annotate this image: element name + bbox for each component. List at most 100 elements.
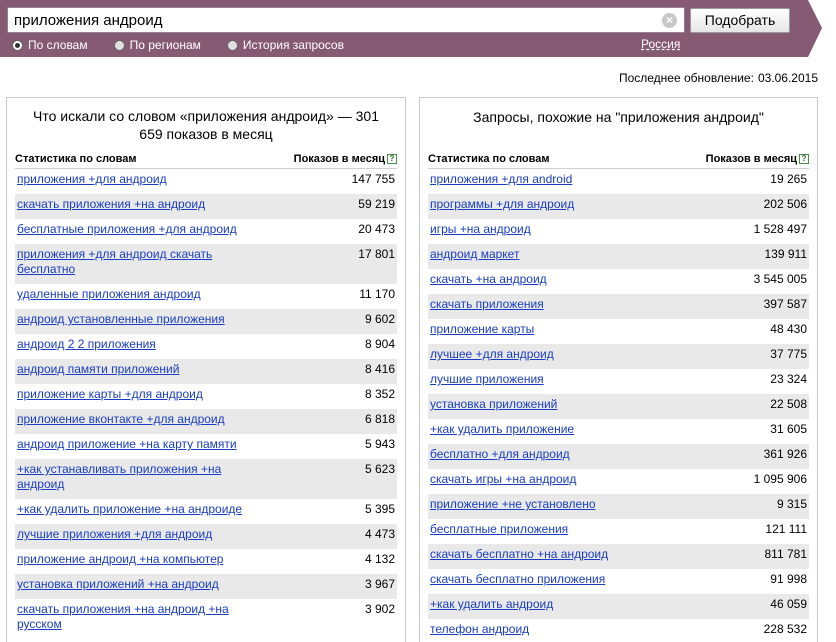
keyword-link[interactable]: бесплатные приложения (430, 522, 568, 537)
help-icon[interactable]: ? (799, 154, 809, 164)
clear-icon[interactable]: × (662, 13, 677, 28)
keyword-link[interactable]: бесплатные приложения +для андроид (17, 222, 237, 237)
table-row: телефон андроид 228 532 (428, 619, 809, 642)
search-input[interactable]: приложения андроид × (7, 7, 685, 33)
keyword-link[interactable]: андроид 2 2 приложения (17, 337, 156, 352)
table-row: установка приложений +на андроид 3 967 (15, 574, 397, 599)
table-row: +как устанавливать приложения +на андрои… (15, 459, 397, 499)
shows-count: 4 132 (364, 552, 395, 566)
search-query[interactable]: приложения андроид (14, 12, 162, 29)
keyword-link[interactable]: игры +на андроид (430, 222, 531, 237)
keyword-link[interactable]: приложения +для андроид скачать бесплатн… (17, 247, 257, 277)
keyword-link[interactable]: скачать бесплатно приложения (430, 572, 605, 587)
table-row: бесплатно +для андроид 361 926 (428, 444, 809, 469)
shows-count: 22 508 (770, 397, 807, 411)
keyword-link[interactable]: лучшие приложения (430, 372, 544, 387)
table-row: приложения +для android 19 265 (428, 169, 809, 194)
mode-label: По регионам (129, 38, 201, 52)
radio-icon[interactable] (113, 39, 125, 51)
table-row: лучшие приложения +для андроид 4 473 (15, 524, 397, 549)
left-panel-title: Что искали со словом «приложения андроид… (33, 108, 379, 142)
shows-count: 147 755 (351, 172, 395, 186)
keyword-link[interactable]: скачать бесплатно +на андроид (430, 547, 608, 562)
keyword-link[interactable]: удаленные приложения андроид (17, 287, 201, 302)
mode-by-words[interactable]: По словам (12, 38, 88, 52)
shows-count: 91 998 (770, 572, 807, 586)
table-row: программы +для андроид 202 506 (428, 194, 809, 219)
keyword-link[interactable]: бесплатно +для андроид (430, 447, 570, 462)
shows-count: 4 473 (364, 527, 395, 541)
keyword-link[interactable]: приложения +для android (430, 172, 572, 187)
table-row: бесплатные приложения 121 111 (428, 519, 809, 544)
keyword-link[interactable]: приложение карты (430, 322, 534, 337)
keyword-link[interactable]: андроид приложение +на карту памяти (17, 437, 237, 452)
keyword-link[interactable]: установка приложений (430, 397, 557, 412)
shows-count: 139 911 (764, 247, 808, 261)
shows-count: 1 528 497 (753, 222, 807, 236)
keyword-link[interactable]: лучшие приложения +для андроид (17, 527, 212, 542)
col-shows-label: Показов в месяц (293, 153, 385, 165)
last-update-date: 03.06.2015 (757, 71, 818, 85)
shows-count: 1 095 906 (753, 472, 807, 486)
keyword-link[interactable]: программы +для андроид (430, 197, 574, 212)
table-row: установка приложений 22 508 (428, 394, 809, 419)
keyword-link[interactable]: лучшее +для андроид (430, 347, 554, 362)
keyword-link[interactable]: приложение андроид +на компьютер (17, 552, 223, 567)
keyword-link[interactable]: +как удалить приложение (430, 422, 574, 437)
table-row: игры +на андроид 1 528 497 (428, 219, 809, 244)
shows-count: 228 532 (763, 622, 807, 636)
table-row: андроид маркет 139 911 (428, 244, 809, 269)
table-row: скачать приложения 397 587 (428, 294, 809, 319)
keyword-link[interactable]: скачать игры +на андроид (430, 472, 576, 487)
table-row: +как удалить андроид 46 059 (428, 594, 809, 619)
keyword-link[interactable]: +как удалить андроид (430, 597, 553, 612)
shows-count: 8 416 (364, 362, 395, 376)
shows-count: 31 605 (770, 422, 807, 436)
keyword-link[interactable]: андроид памяти приложений (17, 362, 179, 377)
keyword-link[interactable]: установка приложений +на андроид (17, 577, 219, 592)
shows-count: 8 352 (364, 387, 395, 401)
table-row: андроид установленные приложения 9 602 (15, 309, 397, 334)
radio-icon[interactable] (226, 39, 238, 51)
radio-icon[interactable] (12, 39, 23, 51)
keyword-link[interactable]: андроид маркет (430, 247, 519, 262)
last-update-label: Последнее обновление: (618, 71, 754, 85)
search-bar: приложения андроид × Подобрать По словам… (0, 0, 836, 57)
keyword-link[interactable]: скачать приложения +на андроид (17, 197, 205, 212)
shows-count: 8 904 (364, 337, 395, 351)
shows-count: 361 926 (763, 447, 807, 461)
keyword-link[interactable]: +как устанавливать приложения +на андрои… (17, 462, 257, 492)
mode-label: По словам (28, 38, 88, 52)
left-rows: приложения +для андроид 147 755 скачать пр… (15, 169, 397, 639)
col-shows: Показов в месяц? (294, 151, 397, 168)
keyword-link[interactable]: приложение вконтакте +для андроид (17, 412, 225, 427)
col-shows-label: Показов в месяц (705, 153, 797, 165)
region-link[interactable]: Россия (641, 37, 680, 51)
shows-count: 17 801 (358, 247, 395, 261)
mode-history[interactable]: История запросов (226, 38, 344, 52)
keyword-link[interactable]: андроид установленные приложения (17, 312, 225, 327)
keyword-link[interactable]: скачать +на андроид (430, 272, 547, 287)
last-update: Последнее обновление: 03.06.2015 (619, 71, 818, 85)
mode-label: История запросов (242, 38, 344, 52)
shows-count: 48 430 (770, 322, 807, 336)
keyword-link[interactable]: телефон андроид (430, 622, 529, 637)
table-row: приложение +не установлено 9 315 (428, 494, 809, 519)
keyword-link[interactable]: скачать приложения +на андроид +на русск… (17, 602, 257, 632)
keyword-link[interactable]: приложения +для андроид (17, 172, 167, 187)
keyword-link[interactable]: приложение +не установлено (430, 497, 596, 512)
table-row: приложения +для андроид скачать бесплатн… (15, 244, 397, 284)
col-shows: Показов в месяц? (706, 151, 809, 168)
shows-count: 3 967 (364, 577, 395, 591)
keyword-link[interactable]: приложение карты +для андроид (17, 387, 203, 402)
keyword-link[interactable]: скачать приложения (430, 297, 544, 312)
table-row: лучшее +для андроид 37 775 (428, 344, 809, 369)
right-table: Статистика по словам Показов в месяц? пр… (428, 151, 809, 642)
help-icon[interactable]: ? (387, 154, 397, 164)
keyword-link[interactable]: +как удалить приложение +на андроиде (17, 502, 242, 517)
shows-count: 3 902 (364, 602, 395, 616)
shows-count: 11 170 (359, 287, 395, 301)
mode-by-regions[interactable]: По регионам (113, 38, 201, 52)
shows-count: 9 602 (364, 312, 395, 326)
find-button[interactable]: Подобрать (690, 8, 790, 33)
